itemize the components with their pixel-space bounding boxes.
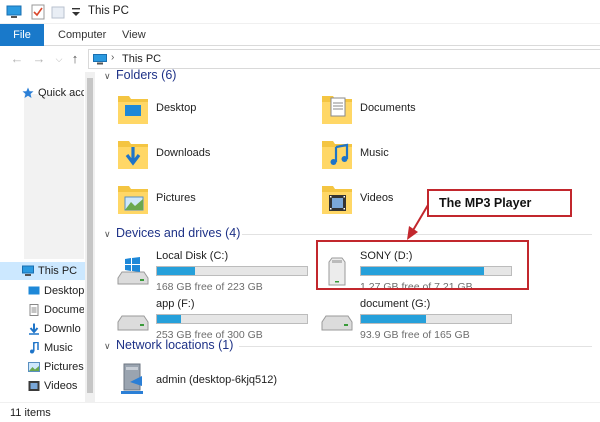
status-bar: 11 items [0, 402, 600, 422]
item-count: 11 items [10, 407, 51, 419]
annotation-arrowhead [407, 226, 418, 240]
annotation-callout: The MP3 Player [427, 189, 572, 217]
annotation-arrow-line [411, 204, 429, 233]
annotation-highlight-box [316, 240, 529, 290]
